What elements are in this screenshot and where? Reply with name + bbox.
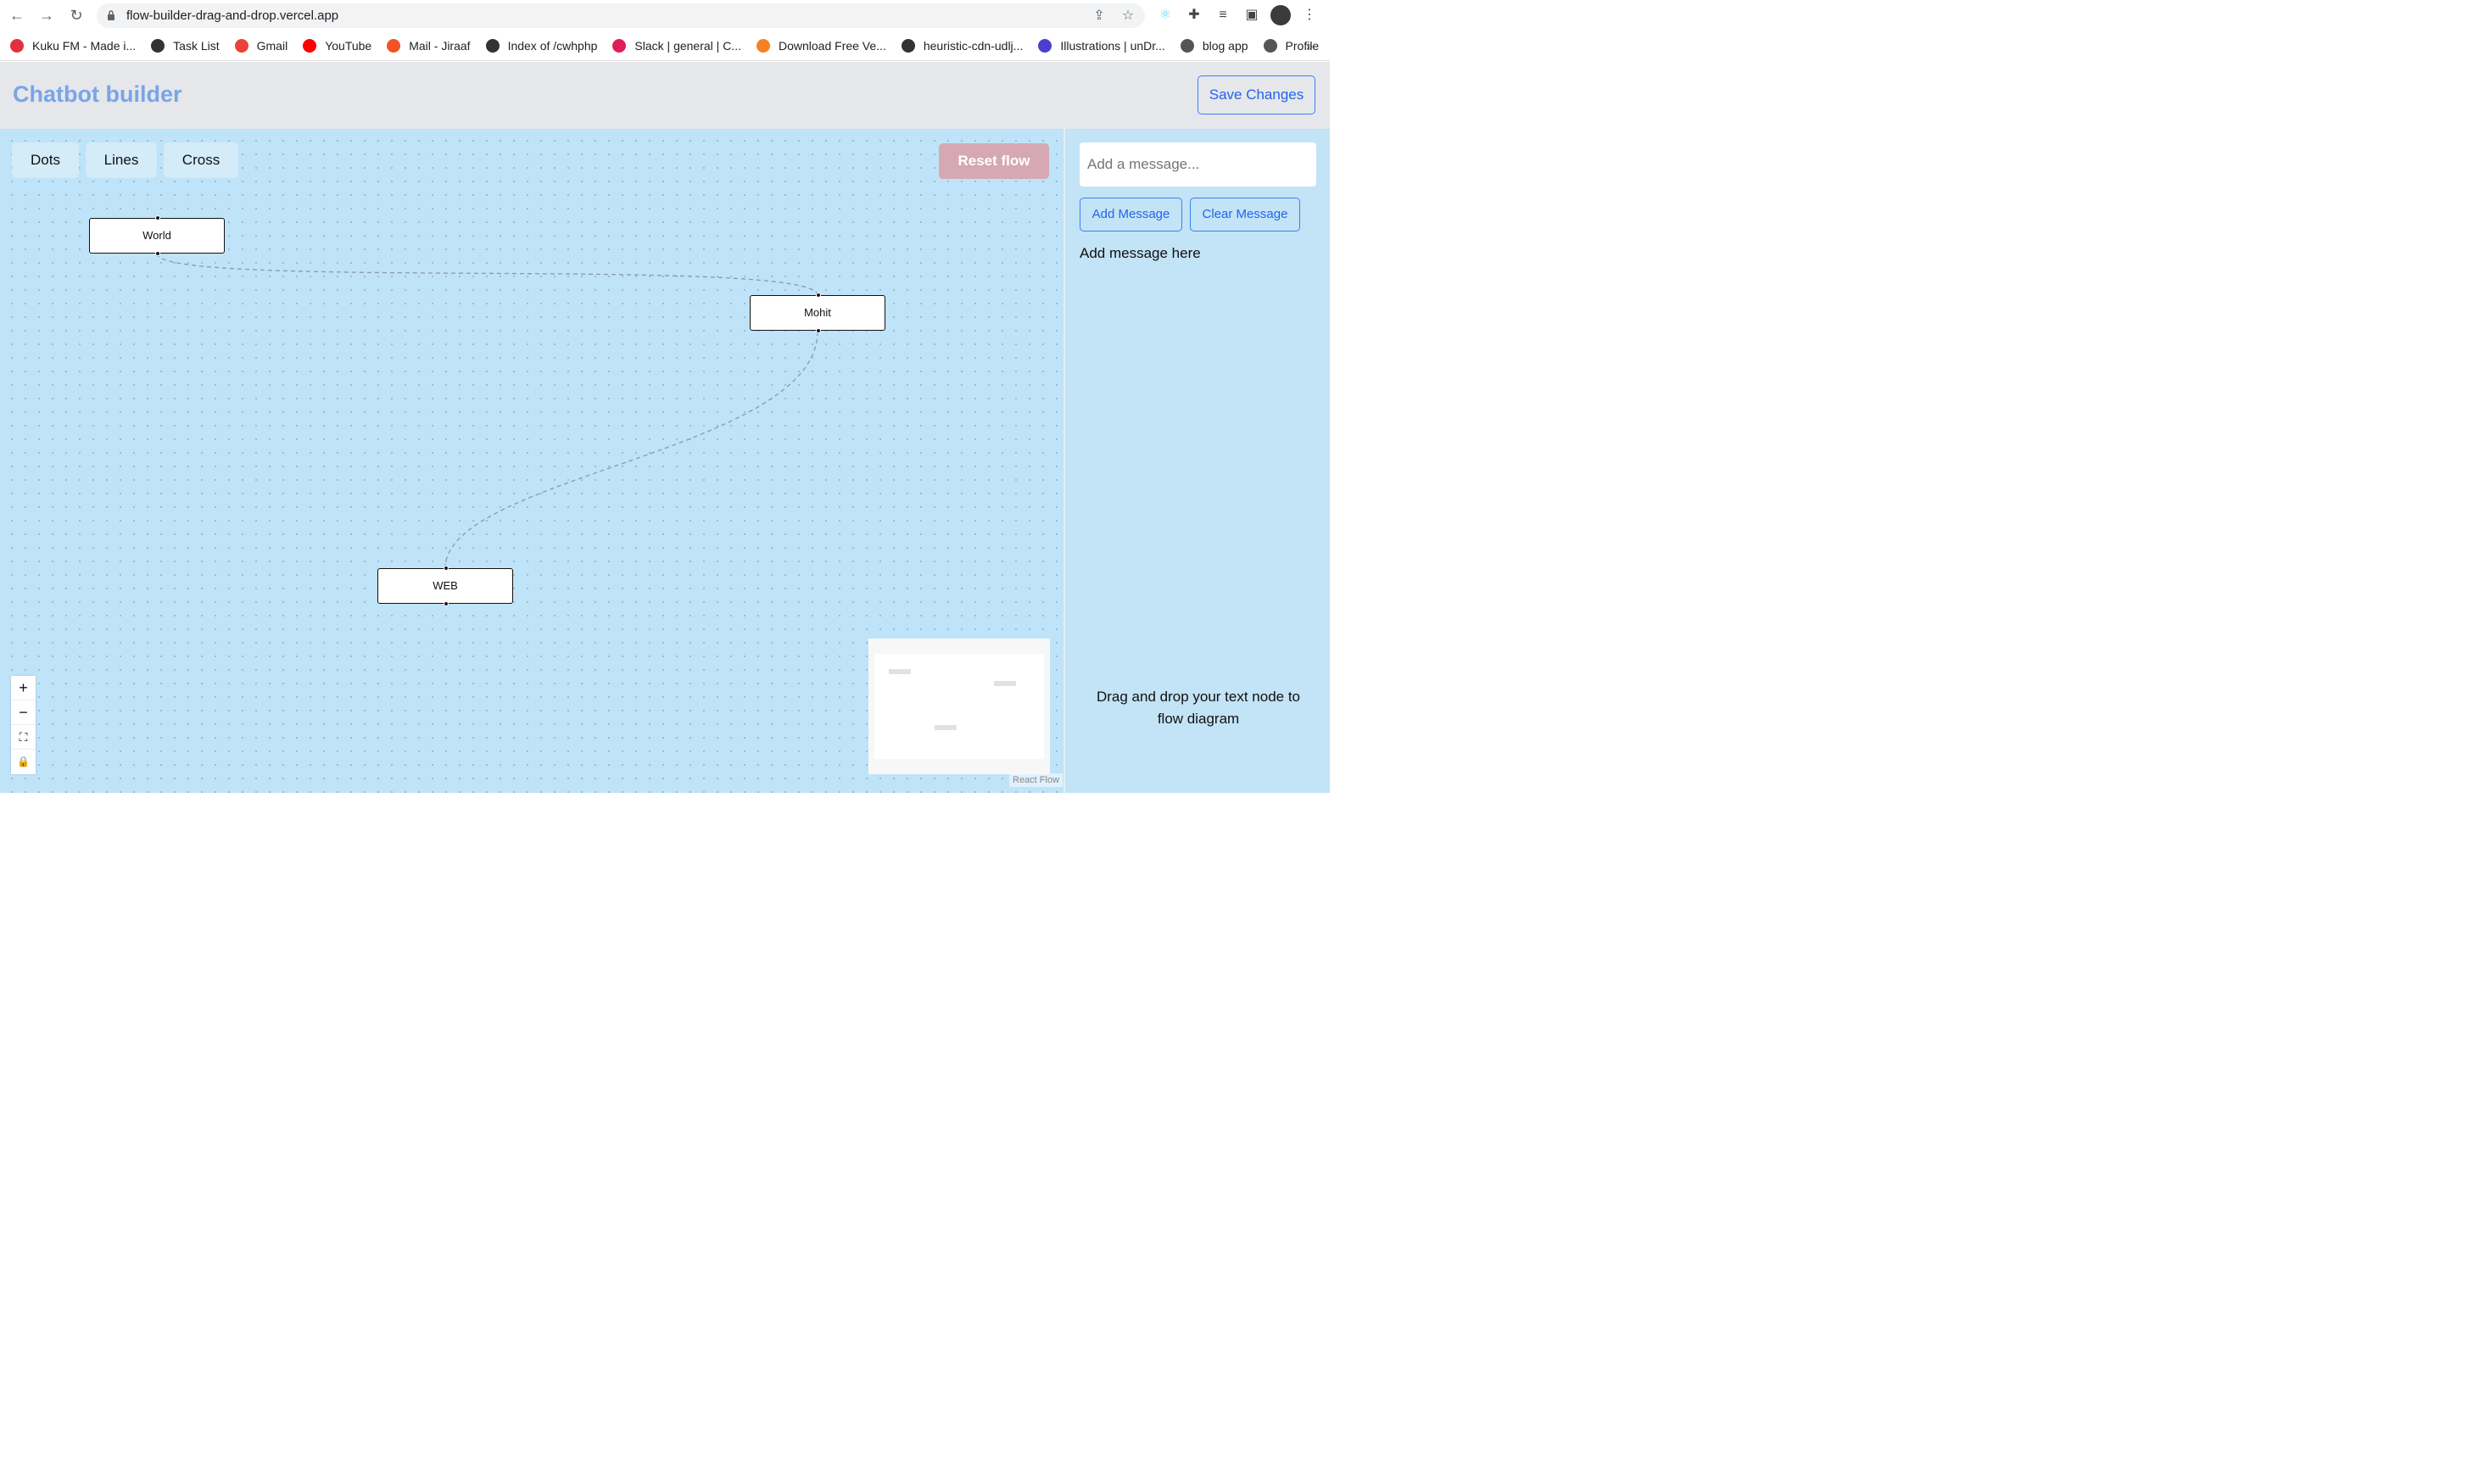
lock-icon	[108, 10, 114, 20]
source-handle[interactable]	[816, 328, 821, 333]
flow-canvas[interactable]: Dots Lines Cross Reset flow World Mohit …	[0, 129, 1064, 793]
bookmark-item[interactable]: Task List	[151, 38, 220, 53]
minimap-node	[889, 669, 911, 674]
globe-icon	[901, 38, 915, 53]
target-handle[interactable]	[155, 215, 160, 220]
bookmark-label: YouTube	[325, 38, 372, 53]
edge-mohit-web[interactable]	[444, 331, 818, 569]
bookmark-label: blog app	[1202, 38, 1248, 53]
kukufm-icon	[10, 38, 24, 53]
minimap-node	[935, 725, 957, 730]
kebab-menu-icon[interactable]: ⋮	[1299, 5, 1320, 25]
bookmark-item[interactable]: blog app	[1180, 38, 1248, 53]
bookmark-label: heuristic-cdn-udlj...	[923, 38, 1024, 53]
profile-avatar[interactable]	[1270, 5, 1291, 25]
gmail-icon	[234, 38, 248, 53]
bookmarks-overflow-icon[interactable]: »	[1306, 39, 1313, 53]
minimap-node	[994, 681, 1016, 686]
slack-icon	[612, 38, 627, 53]
browser-toolbar: ← → ↻ flow-builder-drag-and-drop.vercel.…	[0, 0, 1330, 31]
save-changes-button[interactable]: Save Changes	[1198, 75, 1315, 114]
edge-world-mohit[interactable]	[156, 253, 818, 296]
back-arrow-icon[interactable]: ←	[7, 5, 27, 25]
share-icon[interactable]: ⇪	[1091, 8, 1108, 25]
globe-icon	[485, 38, 500, 53]
microsoft-icon	[387, 38, 401, 53]
target-handle[interactable]	[444, 566, 449, 571]
star-icon[interactable]: ☆	[1119, 8, 1136, 25]
zoom-in-icon[interactable]: +	[11, 676, 36, 700]
address-bar[interactable]: flow-builder-drag-and-drop.vercel.app ⇪ …	[97, 3, 1145, 28]
bookmark-label: Mail - Jiraaf	[409, 38, 471, 53]
youtube-icon	[303, 38, 317, 53]
bookmark-item[interactable]: heuristic-cdn-udlj...	[901, 38, 1024, 53]
undraw-icon	[1038, 38, 1052, 53]
bookmark-item[interactable]: Slack | general | C...	[612, 38, 741, 53]
bookmark-label: Kuku FM - Made i...	[32, 38, 137, 53]
side-panel-icon[interactable]: ▣	[1242, 5, 1262, 25]
flow-node-web[interactable]: WEB	[377, 566, 513, 606]
flow-node-mohit[interactable]: Mohit	[750, 293, 885, 333]
bookmark-label: Task List	[173, 38, 220, 53]
bookmark-label: Gmail	[256, 38, 288, 53]
bookmarks-bar: Kuku FM - Made i... Task List Gmail YouTube…	[0, 31, 1330, 61]
bookmark-item[interactable]: Download Free Ve...	[756, 38, 886, 53]
bookmark-label: Slack | general | C...	[634, 38, 741, 53]
minimap[interactable]	[868, 639, 1050, 774]
page-title: Chatbot builder	[13, 81, 182, 107]
bookmark-item[interactable]: Illustrations | unDr...	[1038, 38, 1165, 53]
fit-view-icon[interactable]: ⛶	[11, 725, 36, 750]
extensions-puzzle-icon[interactable]: ✚	[1184, 5, 1204, 25]
lock-icon[interactable]: 🔒	[11, 750, 36, 774]
node-label: WEB	[433, 579, 458, 592]
node-label: Mohit	[804, 306, 831, 319]
bookmark-item[interactable]: Gmail	[234, 38, 288, 53]
react-flow-attribution[interactable]: React Flow	[1009, 773, 1064, 787]
url-text: flow-builder-drag-and-drop.vercel.app	[126, 8, 339, 23]
node-label: World	[142, 229, 171, 242]
zoom-out-icon[interactable]: −	[11, 700, 36, 725]
bookmark-label: Profile	[1285, 38, 1320, 53]
vecteezy-icon	[756, 38, 770, 53]
zoom-controls: + − ⛶ 🔒	[11, 676, 36, 774]
bookmark-label: Illustrations | unDr...	[1060, 38, 1165, 53]
bookmark-item[interactable]: YouTube	[303, 38, 372, 53]
message-panel: Add Message Clear Message Add message he…	[1064, 129, 1330, 793]
message-preview: Add message here	[1080, 245, 1201, 261]
media-queue-icon[interactable]: ≡	[1213, 5, 1233, 25]
source-handle[interactable]	[155, 251, 160, 256]
drag-hint: Drag and drop your text node to flow dia…	[1096, 689, 1301, 727]
checkmark-icon	[151, 38, 165, 53]
bookmark-item[interactable]: Kuku FM - Made i...	[10, 38, 137, 53]
app-header: Chatbot builder Save Changes	[0, 62, 1330, 129]
react-devtools-icon[interactable]: ⚛	[1155, 5, 1175, 25]
bookmark-label: Index of /cwhphp	[507, 38, 598, 53]
clear-message-button[interactable]: Clear Message	[1190, 198, 1300, 232]
reload-icon[interactable]: ↻	[66, 5, 87, 25]
target-handle[interactable]	[816, 293, 821, 298]
codesandbox-icon	[1180, 38, 1194, 53]
forward-arrow-icon[interactable]: →	[36, 5, 57, 25]
codesandbox-icon	[1263, 38, 1277, 53]
bookmark-label: Download Free Ve...	[778, 38, 886, 53]
message-input[interactable]	[1080, 142, 1316, 187]
flow-node-world[interactable]: World	[89, 215, 225, 256]
bookmark-item[interactable]: Mail - Jiraaf	[387, 38, 471, 53]
add-message-button[interactable]: Add Message	[1080, 198, 1182, 232]
source-handle[interactable]	[444, 601, 449, 606]
bookmark-item[interactable]: Index of /cwhphp	[485, 38, 598, 53]
